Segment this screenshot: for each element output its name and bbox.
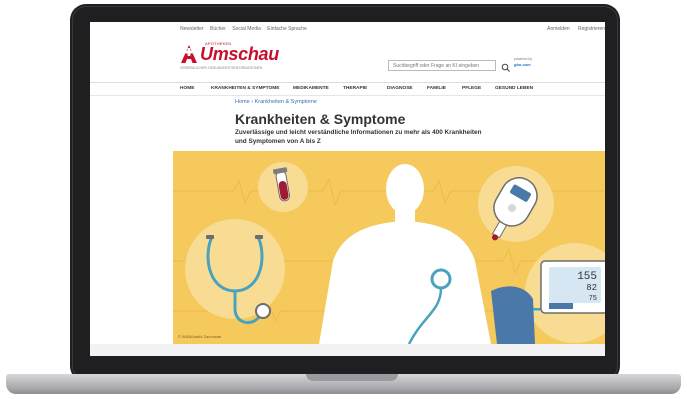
breadcrumb-current[interactable]: Krankheiten & Symptome — [255, 99, 317, 105]
powered-by-brand: gbo.com — [514, 62, 531, 67]
page-intro: Zuverlässige und leicht verständliche In… — [235, 129, 482, 145]
breadcrumb: Home › Krankheiten & Symptome — [235, 99, 317, 105]
search-input[interactable]: Suchbegriff oder Frage an KI eingeben — [388, 60, 496, 71]
page-title: Krankheiten & Symptome — [235, 111, 406, 127]
nav-medikamente[interactable]: MEDIKAMENTE — [293, 86, 329, 91]
search-icon[interactable] — [501, 60, 511, 72]
nav-home[interactable]: HOME — [180, 86, 194, 91]
top-links-left: Newsletter Bücher Social Media Einfache … — [180, 26, 312, 32]
breadcrumb-home[interactable]: Home — [235, 99, 250, 105]
powered-by-label: powered by gbo.com — [514, 57, 532, 68]
apotheken-a-icon — [180, 44, 198, 67]
laptop-notch — [306, 374, 398, 381]
nav-gesund-leben[interactable]: GESUND LEBEN — [495, 86, 533, 91]
top-links-right: Anmelden Registrieren — [540, 26, 605, 32]
link-anmelden[interactable]: Anmelden — [547, 26, 570, 32]
image-credit: © W&B/Astrid Zacharias — [178, 334, 222, 339]
hero-illustration: 155 82 75 © W&B/Astrid Zacharias — [173, 151, 605, 344]
breadcrumb-separator: › — [251, 99, 254, 105]
laptop-base — [6, 374, 681, 394]
top-utility-bar: Newsletter Bücher Social Media Einfache … — [90, 22, 605, 36]
monitor-sys: 155 — [577, 271, 597, 283]
nav-diagnose[interactable]: DIAGNOSE — [387, 86, 413, 91]
powered-by-text: powered by — [514, 57, 533, 61]
link-einfache-sprache[interactable]: Einfache Sprache — [267, 26, 306, 32]
link-registrieren[interactable]: Registrieren — [578, 26, 605, 32]
nav-familie[interactable]: FAMILIE — [427, 86, 446, 91]
link-buecher[interactable]: Bücher — [210, 26, 226, 32]
nav-therapie[interactable]: THERAPIE — [343, 86, 367, 91]
logo-tagline: VERBRAUCHER-GESUNDHEITSINFORMATIONEN — [180, 66, 263, 70]
link-newsletter[interactable]: Newsletter — [180, 26, 204, 32]
monitor-pulse: 75 — [589, 295, 597, 303]
logo-wordmark: Umschau — [200, 44, 279, 64]
main-navigation: HOME KRANKHEITEN & SYMPTOME MEDIKAMENTE … — [90, 82, 605, 96]
web-page: Newsletter Bücher Social Media Einfache … — [90, 22, 605, 356]
link-social-media[interactable]: Social Media — [232, 26, 261, 32]
nav-krankheiten-symptome[interactable]: KRANKHEITEN & SYMPTOME — [211, 86, 279, 91]
monitor-dia: 82 — [586, 283, 597, 293]
nav-pflege[interactable]: PFLEGE — [462, 86, 481, 91]
page-bottom-strip — [90, 344, 605, 356]
laptop-screen: Newsletter Bücher Social Media Einfache … — [90, 22, 605, 356]
